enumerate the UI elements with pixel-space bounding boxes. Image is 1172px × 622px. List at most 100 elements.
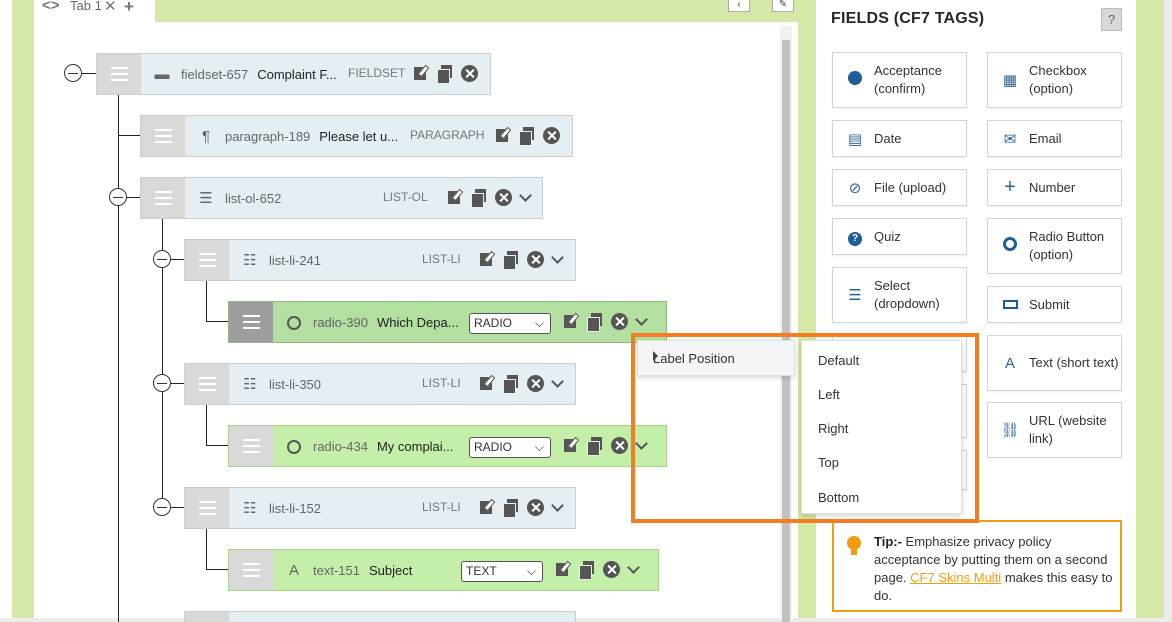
tree-line xyxy=(171,259,184,260)
edit-icon[interactable] xyxy=(447,189,464,206)
submenu-item-left[interactable]: Left xyxy=(818,387,840,402)
field-button-radio[interactable]: Radio Button (option) xyxy=(987,218,1122,274)
chevron-down-icon[interactable] xyxy=(635,313,649,330)
submenu-arrow-icon xyxy=(653,351,658,361)
drag-handle[interactable] xyxy=(229,302,273,342)
tree-row-list-li[interactable]: ☷ list-li-152 LIST-LI xyxy=(184,487,576,529)
drag-handle[interactable] xyxy=(229,426,273,466)
collapse-toggle[interactable] xyxy=(153,498,171,516)
drag-handle[interactable] xyxy=(141,116,185,156)
drag-handle[interactable] xyxy=(97,54,141,94)
chevron-down-icon[interactable] xyxy=(551,251,565,268)
submenu-item-right[interactable]: Right xyxy=(818,421,848,436)
field-button-acceptance[interactable]: Acceptance (confirm) xyxy=(832,52,967,108)
tree-row-text[interactable]: A text-151 Subject TEXT ⌵ xyxy=(228,549,659,591)
collapse-button[interactable]: ‹ xyxy=(728,0,750,12)
tree-row-paragraph[interactable]: ¶ paragraph-189 Please let u... PARAGRAP… xyxy=(140,115,573,157)
drag-handle[interactable] xyxy=(229,550,273,590)
field-id: list-li-350 xyxy=(269,376,322,392)
field-button-submit[interactable]: Submit xyxy=(987,286,1122,323)
edit-icon[interactable] xyxy=(479,251,496,268)
chevron-down-icon[interactable] xyxy=(635,437,649,454)
submenu-item-default[interactable]: Default xyxy=(818,353,859,368)
select-list-icon: ☰ xyxy=(848,287,862,304)
code-icon[interactable]: <> xyxy=(42,0,60,14)
drag-handle[interactable] xyxy=(185,364,229,404)
collapse-toggle[interactable] xyxy=(109,188,127,206)
collapse-toggle[interactable] xyxy=(64,64,82,82)
tree-row-radio[interactable]: radio-434 My complai... RADIO ⌵ xyxy=(228,425,667,467)
tip-box: Tip:- Emphasize privacy policy acceptanc… xyxy=(832,520,1122,612)
field-button-label: Submit xyxy=(1029,296,1070,312)
field-button-checkbox[interactable]: ▦ Checkbox (option) xyxy=(987,52,1122,108)
edit-top-button[interactable]: ✎ xyxy=(772,0,794,12)
field-button-date[interactable]: ▤ Date xyxy=(832,120,967,157)
edit-icon[interactable] xyxy=(495,127,512,144)
tree-row-list-ol[interactable]: ☰ list-ol-652 LIST-OL xyxy=(140,177,543,219)
drag-handle[interactable] xyxy=(141,178,185,218)
field-type-select[interactable]: RADIO ⌵ xyxy=(469,313,551,334)
edit-icon[interactable] xyxy=(563,313,580,330)
duplicate-icon[interactable] xyxy=(503,251,520,270)
chevron-down-icon[interactable] xyxy=(551,375,565,392)
field-id: text-151 xyxy=(313,562,360,578)
field-button-text[interactable]: A Text (short text) xyxy=(987,335,1122,391)
help-button[interactable]: ? xyxy=(1101,8,1122,31)
close-tab-icon[interactable]: ✕ xyxy=(104,0,117,15)
drag-handle[interactable] xyxy=(185,240,229,280)
delete-icon[interactable] xyxy=(611,313,628,330)
collapse-toggle[interactable] xyxy=(153,374,171,392)
field-id: paragraph-189 xyxy=(225,128,311,144)
submenu-item-bottom[interactable]: Bottom xyxy=(818,490,859,505)
duplicate-icon[interactable] xyxy=(437,65,454,84)
drag-handle[interactable] xyxy=(185,488,229,528)
context-menu-label-position[interactable]: Label Position xyxy=(637,340,795,376)
tree-line xyxy=(82,73,96,74)
tree-row-list-li[interactable]: ☷ list-li-350 LIST-LI xyxy=(184,363,576,405)
edit-icon[interactable] xyxy=(479,499,496,516)
delete-icon[interactable] xyxy=(611,437,628,454)
question-circle-icon: ? xyxy=(842,228,868,246)
collapse-toggle[interactable] xyxy=(153,250,171,268)
delete-icon[interactable] xyxy=(543,127,560,144)
field-type: LIST-OL xyxy=(383,190,428,204)
tree-row-list-li[interactable]: ☷ list-li-241 LIST-LI xyxy=(184,239,576,281)
duplicate-icon[interactable] xyxy=(503,499,520,518)
tab-label[interactable]: Tab 1 xyxy=(70,0,102,13)
field-button-file[interactable]: ⊘ File (upload) xyxy=(832,169,967,206)
field-button-email[interactable]: ✉ Email xyxy=(987,120,1122,157)
edit-icon[interactable] xyxy=(555,561,572,578)
edit-icon[interactable] xyxy=(413,65,430,82)
delete-icon[interactable] xyxy=(527,251,544,268)
edit-icon[interactable] xyxy=(563,437,580,454)
chevron-down-icon[interactable] xyxy=(519,189,533,206)
delete-icon[interactable] xyxy=(495,189,512,206)
duplicate-icon[interactable] xyxy=(587,313,604,332)
tree-row-radio-selected[interactable]: radio-390 Which Depa... RADIO ⌵ xyxy=(228,301,667,343)
field-button-quiz[interactable]: ? Quiz xyxy=(832,218,967,255)
submenu-item-top[interactable]: Top xyxy=(818,455,839,470)
delete-icon[interactable] xyxy=(527,499,544,516)
duplicate-icon[interactable] xyxy=(503,375,520,394)
delete-icon[interactable] xyxy=(461,65,478,82)
field-button-url[interactable]: ⛓ URL (website link) xyxy=(987,402,1122,458)
duplicate-icon[interactable] xyxy=(519,127,536,146)
field-type-select[interactable]: TEXT ⌵ xyxy=(461,561,543,582)
field-button-number[interactable]: + Number xyxy=(987,169,1122,206)
chevron-down-icon[interactable] xyxy=(627,561,641,578)
tree-row-partial[interactable] xyxy=(184,611,576,622)
duplicate-icon[interactable] xyxy=(587,437,604,456)
scrollbar-thumb[interactable] xyxy=(782,40,790,622)
chevron-down-icon[interactable] xyxy=(551,499,565,516)
field-button-select[interactable]: ☰ Select (dropdown) xyxy=(832,267,967,323)
duplicate-icon[interactable] xyxy=(579,561,596,580)
duplicate-icon[interactable] xyxy=(471,189,488,208)
field-type-select[interactable]: RADIO ⌵ xyxy=(469,437,551,458)
delete-icon[interactable] xyxy=(603,561,620,578)
tip-link[interactable]: CF7 Skins Multi xyxy=(910,570,1001,585)
tree-row-fieldset[interactable]: ▬ fieldset-657 Complaint F... FIELDSET xyxy=(96,53,491,95)
edit-icon[interactable] xyxy=(479,375,496,392)
add-tab-icon[interactable]: + xyxy=(124,0,134,17)
drag-handle[interactable] xyxy=(185,612,229,622)
delete-icon[interactable] xyxy=(527,375,544,392)
